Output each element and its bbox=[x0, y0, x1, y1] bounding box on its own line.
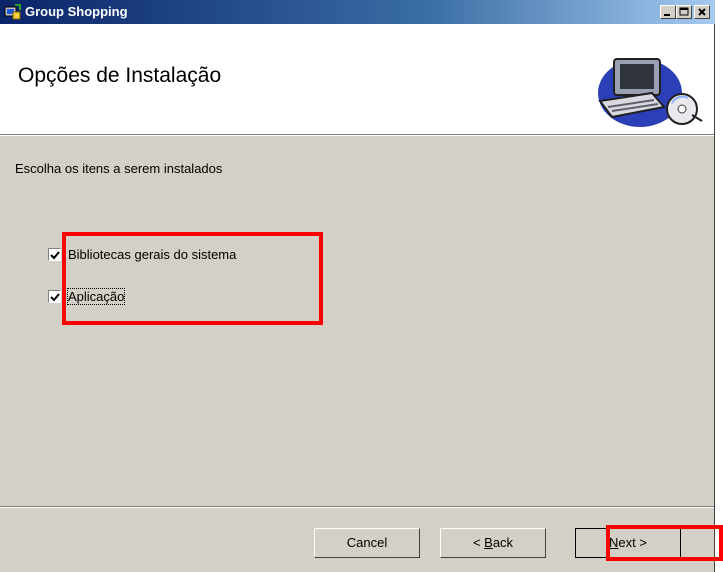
application-checkbox[interactable] bbox=[48, 290, 61, 303]
highlight-box-next bbox=[606, 525, 723, 561]
installer-window: Group Shopping Opções de Instalação Esco… bbox=[0, 0, 715, 572]
title-bar[interactable]: Group Shopping bbox=[0, 0, 715, 24]
cancel-button[interactable]: Cancel bbox=[314, 528, 420, 558]
computer-setup-icon bbox=[598, 58, 703, 127]
back-rest: ack bbox=[492, 535, 514, 550]
close-button[interactable] bbox=[694, 5, 710, 19]
header-banner: Opções de Instalação bbox=[0, 24, 714, 136]
maximize-icon bbox=[679, 7, 689, 16]
system-libraries-checkbox[interactable] bbox=[48, 248, 61, 261]
setup-app-icon bbox=[4, 4, 21, 20]
back-prefix: < bbox=[472, 535, 485, 550]
minimize-button[interactable] bbox=[660, 5, 676, 19]
page-title: Opções de Instalação bbox=[18, 64, 222, 87]
back-button[interactable]: < Back bbox=[440, 528, 546, 558]
back-mnemonic: B bbox=[484, 535, 493, 550]
highlight-box-options bbox=[62, 232, 323, 325]
footer-separator-highlight bbox=[0, 507, 714, 508]
maximize-button[interactable] bbox=[676, 5, 692, 19]
instructions-text: Escolha os itens a serem instalados bbox=[15, 161, 223, 176]
checkmark-icon bbox=[50, 293, 60, 302]
window-title: Group Shopping bbox=[25, 4, 128, 19]
minimize-icon bbox=[664, 14, 670, 16]
checkmark-icon bbox=[50, 251, 60, 260]
close-icon bbox=[698, 8, 706, 16]
